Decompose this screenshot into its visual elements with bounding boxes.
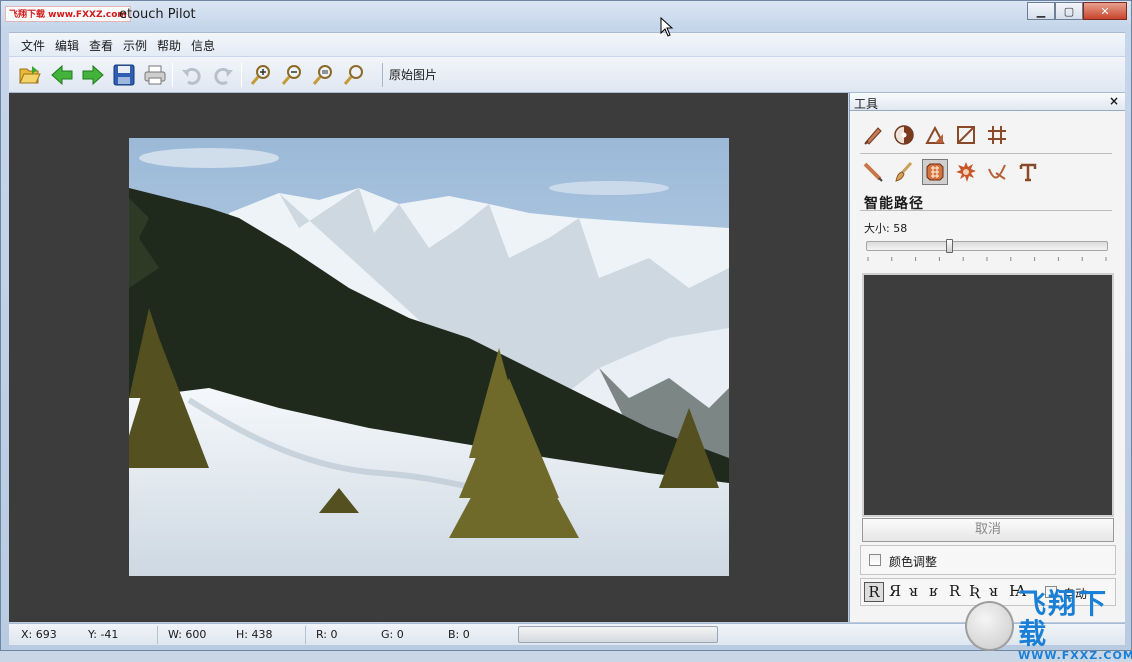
pen-tool-icon[interactable]	[984, 159, 1010, 185]
zoom-in-icon[interactable]	[248, 62, 274, 88]
status-blue: B: 0	[448, 628, 470, 641]
panel-header: 工具 ×	[850, 93, 1125, 111]
window-title: etouch Pilot	[119, 7, 196, 22]
menu-help[interactable]: 帮助	[157, 37, 181, 54]
menu-examples[interactable]: 示例	[123, 37, 147, 54]
window-controls: ▁ ▢ ✕	[1027, 2, 1127, 20]
app-window: 飞翔下载 www.FXXZ.com etouch Pilot ▁ ▢ ✕ 文件 …	[0, 0, 1132, 662]
original-image-button[interactable]: 原始图片	[382, 63, 443, 87]
color-wheel-icon[interactable]	[891, 122, 917, 148]
text-icon[interactable]	[1015, 159, 1041, 185]
triangle-ruler-icon[interactable]	[922, 122, 948, 148]
status-green: G: 0	[381, 628, 404, 641]
mouse-cursor-icon	[660, 17, 674, 37]
paintbrush-icon[interactable]	[891, 159, 917, 185]
title-bar[interactable]: 飞翔下载 www.FXXZ.com etouch Pilot ▁ ▢ ✕	[1, 1, 1131, 29]
redo-icon[interactable]	[210, 62, 236, 88]
print-icon[interactable]	[142, 62, 168, 88]
watermark: 飞翔下载 WWW.FXXZ.COM	[965, 589, 1132, 662]
menu-view[interactable]: 查看	[89, 37, 113, 54]
toolbar: 原始图片	[9, 57, 1125, 93]
undo-icon[interactable]	[179, 62, 205, 88]
image-canvas[interactable]	[9, 93, 848, 622]
crop-icon[interactable]	[953, 122, 979, 148]
gear-burst-icon[interactable]	[953, 159, 979, 185]
menu-file[interactable]: 文件	[21, 37, 45, 54]
orientation-r-selected[interactable]: R	[864, 582, 884, 602]
close-button[interactable]: ✕	[1083, 2, 1127, 20]
grid-icon[interactable]	[984, 122, 1010, 148]
maximize-button[interactable]: ▢	[1055, 2, 1083, 20]
slider-ticks	[867, 257, 1107, 261]
status-red: R: 0	[316, 628, 338, 641]
save-icon[interactable]	[111, 62, 137, 88]
color-adjust-group: 颜色调整	[860, 545, 1116, 575]
status-width: W: 600	[168, 628, 207, 641]
size-slider[interactable]	[866, 239, 1108, 253]
panel-title: 工具	[854, 97, 879, 111]
orientation-r-flipped[interactable]: ᴚ	[909, 582, 918, 600]
size-label: 大小: 58	[864, 222, 908, 235]
menu-bar: 文件 编辑 查看 示例 帮助 信息	[9, 32, 1125, 56]
status-scrollbar[interactable]	[518, 626, 718, 643]
cancel-button[interactable]: 取消	[862, 518, 1114, 542]
forward-arrow-icon[interactable]	[80, 62, 106, 88]
watermark-logo	[965, 600, 1015, 651]
panel-close-button[interactable]: ×	[1109, 94, 1119, 108]
watermark-title: 飞翔下载	[1018, 587, 1109, 650]
status-bar: X: 693 Y: -41 W: 600 H: 438 R: 0 G: 0 B:…	[9, 623, 1125, 645]
orientation-r-plain[interactable]: R	[949, 582, 960, 600]
site-logo: 飞翔下载 www.FXXZ.com	[5, 6, 131, 22]
color-adjust-label: 颜色调整	[889, 555, 938, 569]
status-y: Y: -41	[88, 628, 119, 641]
minimize-button[interactable]: ▁	[1027, 2, 1055, 20]
zoom-actual-icon[interactable]	[341, 62, 367, 88]
zoom-fit-icon[interactable]	[310, 62, 336, 88]
back-arrow-icon[interactable]	[49, 62, 75, 88]
preview-area	[862, 273, 1114, 517]
size-slider-thumb[interactable]	[946, 239, 953, 253]
status-height: H: 438	[236, 628, 273, 641]
status-x: X: 693	[21, 628, 57, 641]
pencil-icon[interactable]	[860, 159, 886, 185]
smart-path-icon[interactable]	[922, 159, 948, 185]
menu-edit[interactable]: 编辑	[55, 37, 79, 54]
menu-info[interactable]: 信息	[191, 37, 215, 54]
tools-panel: 工具 × 智能路径 大小: 58 取消 颜色调整 R Я ᴚ ʁ R Ʀ ᴚ Ꙗ…	[849, 93, 1125, 622]
open-icon[interactable]	[17, 62, 43, 88]
zoom-out-icon[interactable]	[279, 62, 305, 88]
orientation-r-rotated[interactable]: ʁ	[929, 582, 938, 600]
photo-mountain-landscape	[129, 138, 729, 576]
retouch-brush-icon[interactable]	[860, 122, 886, 148]
color-adjust-checkbox[interactable]	[869, 554, 881, 566]
orientation-r-mirrored[interactable]: Я	[889, 582, 901, 600]
